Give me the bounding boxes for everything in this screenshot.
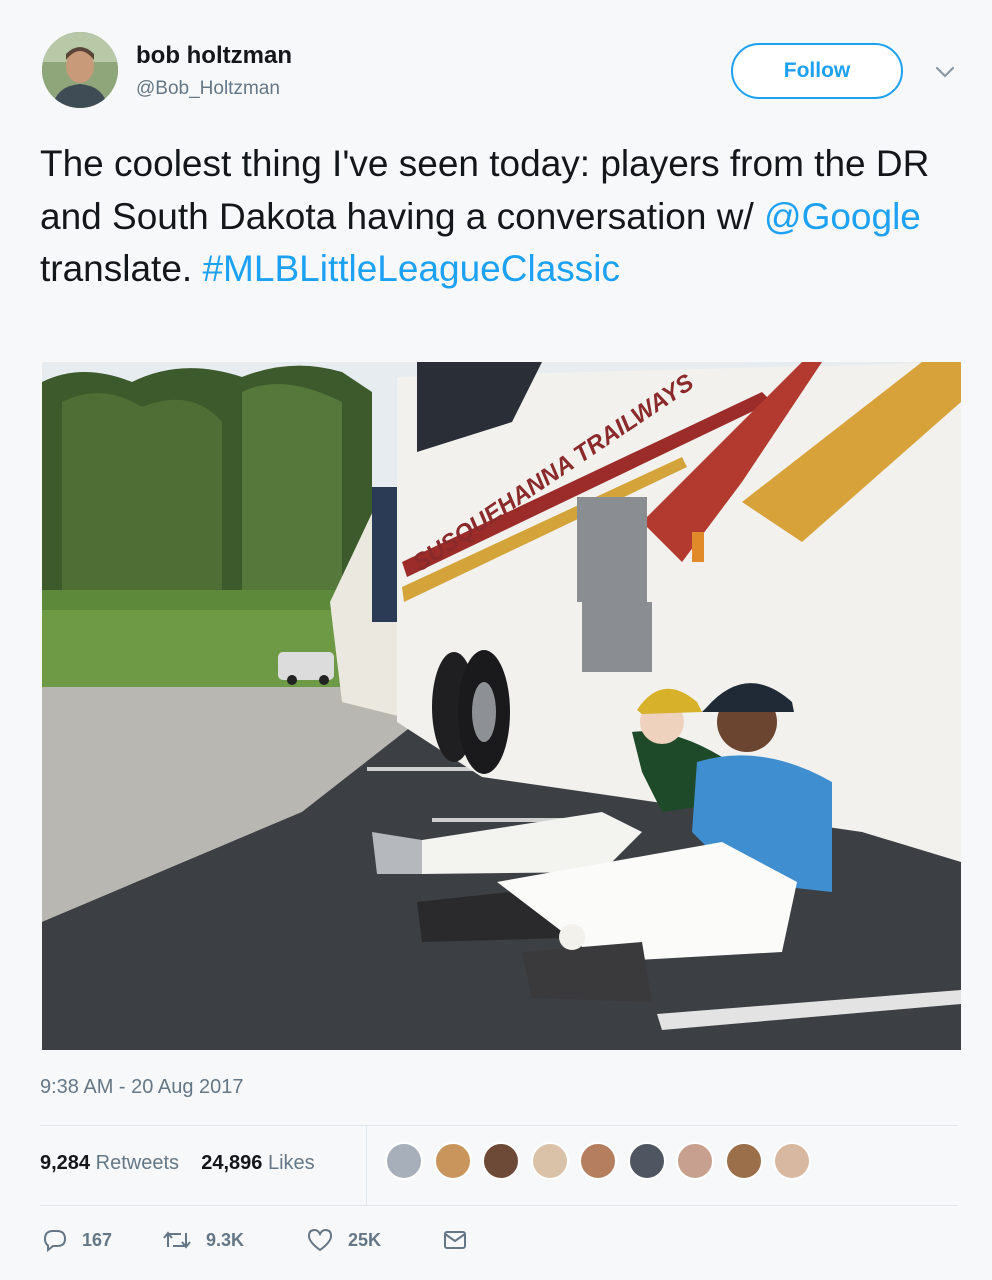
- liker-avatar[interactable]: [773, 1142, 811, 1180]
- like-button[interactable]: 25K: [306, 1222, 381, 1258]
- reply-button[interactable]: 167: [42, 1222, 112, 1258]
- divider-top: [40, 1125, 958, 1126]
- tweet-photo[interactable]: SUSQUEHANNA TRAILWAYS: [42, 362, 961, 1050]
- retweet-button[interactable]: 9.3K: [162, 1222, 244, 1258]
- liker-avatar[interactable]: [530, 1142, 569, 1180]
- liker-avatar[interactable]: [482, 1142, 520, 1180]
- message-icon: [444, 1231, 466, 1249]
- liker-avatar[interactable]: [433, 1142, 472, 1180]
- tweet-text: The coolest thing I've seen today: playe…: [40, 138, 940, 296]
- stats-divider: [366, 1125, 367, 1205]
- photo-illustration: SUSQUEHANNA TRAILWAYS: [42, 362, 961, 1050]
- engagement-stats: 9,284 Retweets 24,896 Likes: [40, 1152, 315, 1175]
- liker-avatar[interactable]: [627, 1142, 666, 1180]
- author-handle[interactable]: @Bob_Holtzman: [136, 78, 280, 100]
- likes-label: Likes: [267, 1152, 315, 1174]
- reply-icon: [43, 1230, 67, 1253]
- retweets-count: 9,284: [40, 1152, 91, 1174]
- avatar-image: [42, 32, 118, 108]
- retweet-count: 9.3K: [206, 1229, 245, 1250]
- mention-link[interactable]: @Google: [764, 196, 921, 237]
- direct-message-button[interactable]: [442, 1222, 482, 1258]
- tweet-timestamp[interactable]: 9:38 AM - 20 Aug 2017: [40, 1076, 244, 1099]
- avatar[interactable]: [42, 32, 118, 108]
- likes-count: 24,896: [201, 1152, 263, 1174]
- retweet-icon: [163, 1231, 191, 1249]
- chevron-down-icon[interactable]: [931, 58, 959, 86]
- retweets-stat[interactable]: 9,284 Retweets: [40, 1152, 179, 1174]
- author-name[interactable]: bob holtzman: [136, 42, 292, 70]
- reply-count: 167: [82, 1229, 113, 1250]
- liker-avatar[interactable]: [676, 1142, 714, 1180]
- liker-avatars: [385, 1142, 822, 1186]
- liker-avatar[interactable]: [579, 1142, 617, 1180]
- liker-avatar[interactable]: [385, 1142, 423, 1180]
- liker-avatar[interactable]: [724, 1142, 763, 1180]
- follow-button[interactable]: Follow: [731, 43, 903, 99]
- action-bar: 167 9.3K 25K: [42, 1222, 482, 1258]
- like-count: 25K: [348, 1229, 382, 1250]
- divider-bottom: [40, 1205, 958, 1206]
- tweet-text-tail: translate.: [40, 248, 203, 289]
- likes-stat[interactable]: 24,896 Likes: [201, 1152, 314, 1174]
- retweets-label: Retweets: [95, 1152, 179, 1174]
- heart-icon: [307, 1228, 333, 1252]
- hashtag-link[interactable]: #MLBLittleLeagueClassic: [202, 248, 620, 289]
